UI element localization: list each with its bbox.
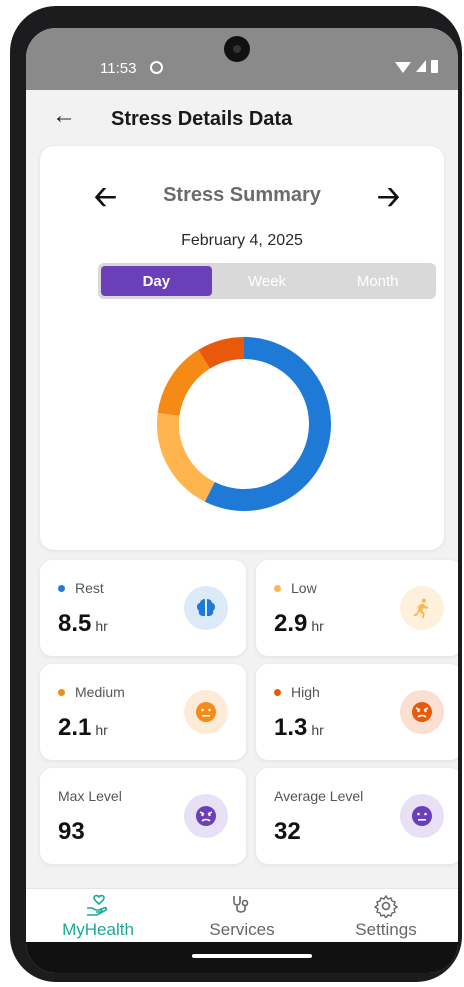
back-arrow-icon[interactable]: ← <box>52 102 76 130</box>
low-value-number: 2.9 <box>274 610 308 637</box>
medium-stat-card[interactable]: Medium 2.1 hr <box>40 664 246 760</box>
rest-dot <box>58 584 65 592</box>
medium-label-text: Medium <box>75 684 125 700</box>
app-header: ← Stress Details Data <box>26 90 458 148</box>
low-label-text: Low <box>291 580 317 596</box>
nav-settings-label: Settings <box>355 920 417 939</box>
angry-face-icon <box>184 794 228 838</box>
nav-myhealth-label: MyHealth <box>62 920 134 939</box>
average-level-value: 32 <box>274 818 301 845</box>
stress-donut-chart <box>157 337 331 511</box>
gesture-bar-area <box>26 942 458 973</box>
donut-slice-high <box>198 337 245 369</box>
low-stat-card[interactable]: Low 2.9 hr <box>256 560 458 656</box>
neutral-face-icon <box>400 794 444 838</box>
medium-unit: hr <box>95 722 108 738</box>
high-label: High <box>274 684 320 700</box>
phone-frame: 11:53 ← Stress Details Data 🡠 Stress Sum… <box>10 6 462 982</box>
gear-icon <box>374 894 398 918</box>
notification-icon <box>150 61 163 74</box>
next-day-arrow-icon[interactable]: 🡢 <box>377 176 400 224</box>
status-time: 11:53 <box>100 60 137 77</box>
nav-myhealth[interactable]: MyHealth <box>26 889 170 944</box>
medium-label: Medium <box>58 684 125 700</box>
low-dot <box>274 584 281 592</box>
max-level-label: Max Level <box>58 788 122 804</box>
high-dot <box>274 688 281 696</box>
high-label-text: High <box>291 684 320 700</box>
max-level-card[interactable]: Max Level 93 <box>40 768 246 864</box>
battery-icon <box>431 60 438 73</box>
high-value-number: 1.3 <box>274 714 308 741</box>
heart-hand-icon <box>85 894 111 918</box>
high-stat-card[interactable]: High 1.3 hr <box>256 664 458 760</box>
high-value: 1.3 hr <box>274 714 324 742</box>
donut-slice-medium <box>157 349 211 417</box>
low-unit: hr <box>311 618 324 634</box>
nav-services[interactable]: Services <box>170 889 314 944</box>
donut-slice-rest <box>204 337 331 511</box>
rest-value-number: 8.5 <box>58 610 92 637</box>
nav-settings[interactable]: Settings <box>314 889 458 944</box>
screen: 11:53 ← Stress Details Data 🡠 Stress Sum… <box>26 28 458 973</box>
average-level-card[interactable]: Average Level 32 <box>256 768 458 864</box>
nav-services-label: Services <box>209 920 275 939</box>
donut-slice-low <box>157 412 216 502</box>
medium-value-number: 2.1 <box>58 714 92 741</box>
home-indicator[interactable] <box>192 954 312 958</box>
medium-dot <box>58 688 65 696</box>
high-unit: hr <box>311 722 324 738</box>
medium-value: 2.1 hr <box>58 714 108 742</box>
status-icons <box>395 60 438 73</box>
period-segmented-control: Day Week Month <box>98 263 436 299</box>
tab-month[interactable]: Month <box>322 266 433 296</box>
rest-label: Rest <box>58 580 104 596</box>
stethoscope-icon <box>229 894 255 918</box>
wifi-icon <box>395 62 411 73</box>
tab-week[interactable]: Week <box>212 266 323 296</box>
max-level-value: 93 <box>58 818 85 845</box>
front-camera <box>224 36 250 62</box>
tab-day[interactable]: Day <box>101 266 212 296</box>
summary-date: February 4, 2025 <box>181 232 303 249</box>
stress-summary-card: 🡠 Stress Summary 🡢 February 4, 2025 Day … <box>40 146 444 550</box>
rest-value: 8.5 hr <box>58 610 108 638</box>
rest-unit: hr <box>95 618 108 634</box>
running-icon <box>400 586 444 630</box>
signal-icon <box>416 60 426 72</box>
low-label: Low <box>274 580 317 596</box>
bottom-navigation: MyHealth Services Settings <box>26 888 458 944</box>
average-level-label: Average Level <box>274 788 364 804</box>
angry-face-icon <box>400 690 444 734</box>
rest-stat-card[interactable]: Rest 8.5 hr <box>40 560 246 656</box>
status-bar: 11:53 <box>26 28 458 90</box>
low-value: 2.9 hr <box>274 610 324 638</box>
page-title: Stress Details Data <box>111 108 293 130</box>
rest-label-text: Rest <box>75 580 104 596</box>
neutral-face-icon <box>184 690 228 734</box>
brain-icon <box>184 586 228 630</box>
